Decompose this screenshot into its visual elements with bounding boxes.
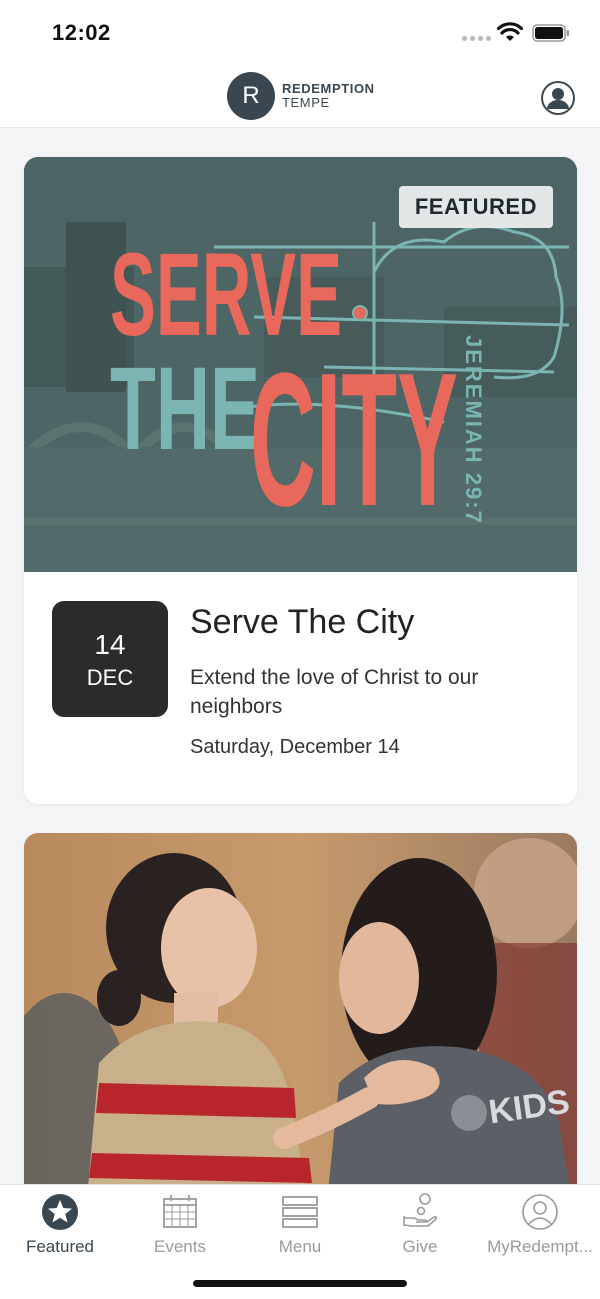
graphic-scripture-reference: JEREMIAH 29:7 [461,335,486,525]
status-time: 12:02 [52,20,111,45]
calendar-icon [163,1195,197,1228]
church-logo[interactable]: R REDEMPTION TEMPE [227,72,375,120]
tab-events[interactable]: Events [120,1191,240,1257]
app-header: R REDEMPTION TEMPE [0,62,600,128]
logo-line-2: TEMPE [282,95,330,110]
menu-icon [282,1196,318,1228]
event-title: Serve The City [190,603,415,641]
profile-button[interactable] [541,81,575,115]
status-bar: 12:02 [0,0,600,62]
logo-text: REDEMPTION TEMPE [282,82,375,110]
wifi-icon [497,22,523,41]
tab-label-my-redemption: MyRedempt... [487,1237,593,1256]
signal-dots-icon [462,36,491,41]
tab-menu[interactable]: Menu [240,1191,360,1257]
graphic-word-the: THE [110,343,260,475]
people-photo-image: KIDS [24,833,577,1184]
home-indicator[interactable] [193,1280,407,1287]
tab-label-featured: Featured [25,1237,95,1256]
tab-featured[interactable]: Featured [0,1191,120,1257]
event-description: Extend the love of Christ to our neighbo… [190,666,479,718]
event-card[interactable]: KIDS [24,833,577,1184]
event-info: 14 DEC Serve The City Extend the love of… [24,572,577,804]
event-photo: KIDS [24,833,577,1184]
tab-bar: Featured Events Menu Give MyRedempt... [0,1184,600,1299]
star-icon [42,1194,78,1230]
event-month: DEC [86,665,134,690]
tab-label-give: Give [402,1237,438,1256]
give-icon [403,1193,438,1227]
event-date-text: Saturday, December 14 [190,736,400,758]
logo-line-1: REDEMPTION [282,81,375,96]
user-icon [522,1194,558,1230]
featured-feed[interactable]: SERVE THE CITY JEREMIAH 29:7 FEATURED 14… [0,129,600,1184]
battery-icon [532,24,569,42]
tab-label-events: Events [154,1237,206,1256]
event-day: 14 [94,629,126,660]
event-date-box: 14 DEC [52,601,168,717]
tab-give[interactable]: Give [360,1191,480,1257]
tab-label-menu: Menu [278,1237,322,1256]
logo-mark: R [227,72,275,120]
event-hero-image: SERVE THE CITY JEREMIAH 29:7 FEATURED [24,157,577,572]
graphic-word-city: CITY [250,334,458,546]
featured-badge: FEATURED [398,186,553,228]
profile-icon [543,83,573,113]
featured-event-card[interactable]: SERVE THE CITY JEREMIAH 29:7 FEATURED 14… [24,157,577,804]
tab-my-redemption[interactable]: MyRedempt... [480,1191,600,1257]
